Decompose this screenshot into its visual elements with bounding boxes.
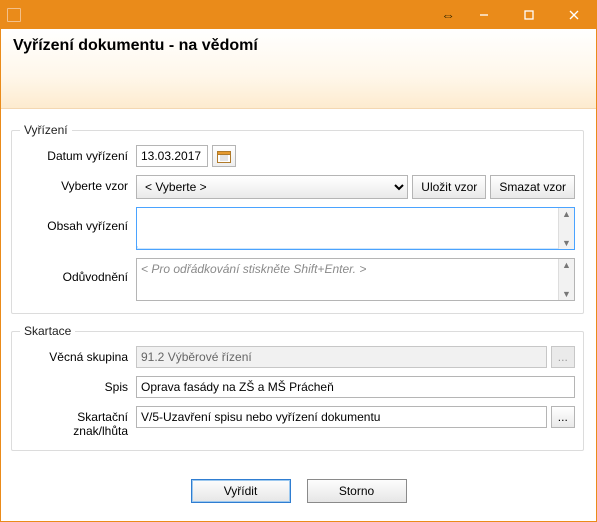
dialog-header: Vyřízení dokumentu - na vědomí	[1, 29, 596, 109]
resize-grip-icon: ⇔	[435, 7, 461, 23]
skartacni-znak-input[interactable]	[136, 406, 547, 428]
obsah-vyrizeni-label: Obsah vyřízení	[20, 207, 136, 233]
vecna-skupina-value: 91.2 Výběrové řízení	[136, 346, 547, 368]
scroll-down-icon: ▼	[562, 288, 571, 300]
smazat-vzor-button[interactable]: Smazat vzor	[490, 175, 575, 199]
spis-input[interactable]	[136, 376, 575, 398]
datum-vyrizeni-label: Datum vyřízení	[20, 145, 136, 163]
oduvodneni-textarea[interactable]	[137, 259, 558, 297]
obsah-vyrizeni-wrap: ▲▼	[136, 207, 575, 250]
skartacni-znak-label: Skartační znak/lhůta	[20, 406, 136, 438]
vyridit-button[interactable]: Vyřídit	[191, 479, 291, 503]
dialog-footer: Vyřídit Storno	[1, 479, 596, 503]
vyberte-vzor-label: Vyberte vzor	[20, 175, 136, 193]
group-skartace-legend: Skartace	[20, 324, 75, 338]
skartacni-znak-browse-button[interactable]: ...	[551, 406, 575, 428]
group-vyrizeni: Vyřízení Datum vyřízení Vyberte vzor	[11, 123, 584, 314]
vecna-skupina-label: Věcná skupina	[20, 346, 136, 364]
titlebar: ⇔	[1, 1, 596, 29]
group-vyrizeni-legend: Vyřízení	[20, 123, 72, 137]
calendar-icon	[217, 150, 231, 163]
vyberte-vzor-select[interactable]: < Vyberte >	[136, 175, 408, 199]
ulozit-vzor-button[interactable]: Uložit vzor	[412, 175, 486, 199]
dialog-title: Vyřízení dokumentu - na vědomí	[13, 37, 584, 55]
scroll-up-icon: ▲	[562, 259, 571, 271]
datum-vyrizeni-input[interactable]	[136, 145, 208, 167]
close-button[interactable]	[551, 1, 596, 29]
app-icon	[7, 8, 21, 22]
vecna-skupina-browse-button: ...	[551, 346, 575, 368]
scroll-down-icon: ▼	[562, 237, 571, 249]
obsah-vyrizeni-textarea[interactable]	[137, 208, 558, 246]
scroll-up-icon: ▲	[562, 208, 571, 220]
group-skartace: Skartace Věcná skupina 91.2 Výběrové říz…	[11, 324, 584, 451]
maximize-button[interactable]	[506, 1, 551, 29]
oduvodneni-label: Odůvodnění	[20, 258, 136, 284]
datepicker-button[interactable]	[212, 145, 236, 167]
storno-button[interactable]: Storno	[307, 479, 407, 503]
oduvodneni-wrap: ▲▼	[136, 258, 575, 301]
spis-label: Spis	[20, 376, 136, 394]
scrollbar[interactable]: ▲▼	[558, 259, 574, 300]
scrollbar[interactable]: ▲▼	[558, 208, 574, 249]
minimize-button[interactable]	[461, 1, 506, 29]
